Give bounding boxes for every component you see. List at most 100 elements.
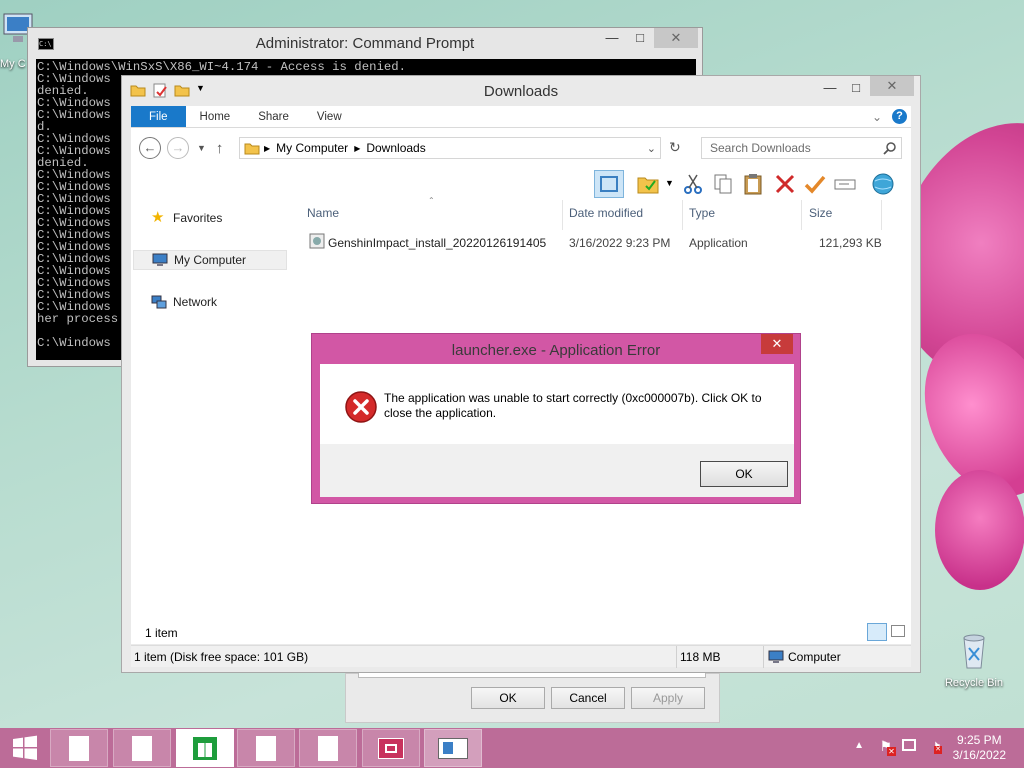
taskbar-button-document[interactable] [113, 729, 171, 767]
rename-icon[interactable] [833, 172, 857, 196]
tab-view[interactable]: View [303, 106, 356, 127]
column-divider[interactable] [562, 200, 563, 230]
help-icon[interactable]: ? [892, 109, 907, 124]
network-tray-icon[interactable] [902, 739, 916, 751]
details-view-icon[interactable] [867, 623, 887, 641]
minimize-button[interactable]: — [816, 78, 844, 98]
tab-home[interactable]: Home [186, 106, 245, 127]
navigation-pane: ★ Favorites My Computer Network [131, 200, 291, 620]
column-date-modified[interactable]: Date modified [569, 206, 643, 220]
breadcrumb-my-computer[interactable]: My Computer [276, 141, 348, 155]
message-area: The application was unable to start corr… [320, 364, 794, 444]
tab-file[interactable]: File [131, 106, 186, 127]
close-button[interactable]: ✕ [761, 334, 793, 354]
preview-pane-icon[interactable] [594, 170, 624, 198]
up-button[interactable]: ↑ [216, 140, 224, 157]
media-icon [378, 738, 404, 759]
nav-favorites[interactable]: ★ Favorites [133, 208, 287, 228]
address-bar[interactable]: ▶ My Computer ▶ Downloads ⌄ [239, 137, 661, 159]
star-icon: ★ [151, 209, 165, 226]
properties-dialog: OK Cancel Apply [345, 673, 720, 723]
address-row: ← → ▼ ↑ ▶ My Computer ▶ Downloads ⌄ ↻ Se… [131, 128, 911, 168]
status-location: Computer [788, 650, 841, 664]
dropdown-icon[interactable]: ▼ [665, 178, 674, 188]
search-input[interactable]: Search Downloads [701, 137, 902, 159]
taskbar-button-document[interactable] [237, 729, 295, 767]
cut-icon[interactable] [681, 172, 705, 196]
ok-button[interactable]: OK [700, 461, 788, 487]
folder-icon [244, 143, 260, 155]
file-date: 3/16/2022 9:23 PM [569, 236, 671, 250]
recycle-bin-icon [963, 634, 985, 669]
document-icon [318, 736, 338, 761]
explorer-icon [438, 738, 468, 759]
explorer-titlebar[interactable]: ▼ Downloads — □ ✕ [122, 76, 920, 106]
item-count: 1 item [145, 626, 178, 640]
taskbar-button-store[interactable] [176, 729, 234, 767]
desktop-icon-label: My C [0, 58, 26, 70]
forward-button[interactable]: → [167, 137, 189, 159]
cancel-button[interactable]: Cancel [551, 687, 625, 709]
taskbar-button-document[interactable] [50, 729, 108, 767]
chevron-right-icon[interactable]: ▶ [354, 144, 360, 153]
refresh-icon[interactable]: ↻ [669, 139, 681, 156]
check-icon[interactable] [803, 172, 827, 196]
nav-network[interactable]: Network [133, 292, 287, 312]
expand-ribbon-icon[interactable]: ⌄ [872, 110, 882, 124]
volume-mute-x-icon: ✕ [934, 746, 942, 754]
cmd-titlebar[interactable]: C:\ Administrator: Command Prompt — □ ✕ [28, 28, 702, 59]
ok-button[interactable]: OK [471, 687, 545, 709]
folder-check-icon[interactable] [636, 172, 660, 196]
document-icon [69, 736, 89, 761]
breadcrumb-downloads[interactable]: Downloads [366, 141, 425, 155]
column-divider[interactable] [682, 200, 683, 230]
taskbar-button-media[interactable] [362, 729, 420, 767]
copy-icon[interactable] [711, 172, 735, 196]
paste-icon[interactable] [741, 172, 765, 196]
error-message: The application was unable to start corr… [384, 391, 762, 420]
taskbar-button-explorer[interactable] [424, 729, 482, 767]
close-button[interactable]: ✕ [654, 28, 698, 48]
column-divider[interactable] [881, 200, 882, 230]
properties-input-edge [358, 673, 706, 678]
column-type[interactable]: Type [689, 206, 715, 220]
column-divider[interactable] [801, 200, 802, 230]
clock[interactable]: 9:25 PM 3/16/2022 [953, 733, 1006, 763]
column-name[interactable]: Name [307, 206, 339, 220]
nav-label: My Computer [174, 253, 247, 267]
taskbar-button-document[interactable] [299, 729, 357, 767]
tab-share[interactable]: Share [244, 106, 303, 127]
error-icon [345, 391, 377, 423]
delete-icon[interactable] [773, 172, 797, 196]
nav-my-computer[interactable]: My Computer [133, 250, 287, 270]
error-dialog[interactable]: launcher.exe - Application Error ✕ The a… [311, 333, 801, 504]
status-bar: 1 item (Disk free space: 101 GB) 118 MB … [131, 645, 911, 668]
nav-label: Network [173, 295, 218, 309]
explorer-title: Downloads [483, 83, 559, 100]
clock-time: 9:25 PM [956, 733, 1002, 747]
windows-start-icon[interactable] [11, 734, 39, 762]
ribbon-tabs: File Home Share View ⌄ ? [131, 106, 911, 128]
installer-icon [309, 233, 325, 249]
status-divider [676, 646, 677, 668]
search-icon[interactable] [883, 141, 897, 155]
chevron-right-icon[interactable]: ▶ [264, 144, 270, 153]
close-button[interactable]: ✕ [870, 76, 914, 96]
desktop-icon-recycle-bin[interactable]: Recycle Bin [938, 630, 1010, 689]
back-button[interactable]: ← [139, 137, 161, 159]
show-hidden-icons[interactable]: ▲ [854, 740, 864, 751]
maximize-button[interactable]: □ [842, 78, 870, 98]
minimize-button[interactable]: — [598, 28, 626, 48]
nav-label: Favorites [173, 211, 223, 225]
document-icon [256, 736, 276, 761]
column-size[interactable]: Size [809, 206, 832, 220]
item-count-bar: 1 item [131, 620, 911, 644]
toolbar: ▼ [131, 168, 911, 200]
globe-icon[interactable] [871, 172, 895, 196]
large-icons-view-icon[interactable] [891, 625, 905, 637]
apply-button[interactable]: Apply [631, 687, 705, 709]
address-dropdown-icon[interactable]: ⌄ [647, 142, 656, 155]
recent-locations-icon[interactable]: ▼ [197, 143, 206, 153]
maximize-button[interactable]: □ [626, 28, 654, 48]
file-name[interactable]: GenshinImpact_install_20220126191405 [328, 236, 546, 250]
